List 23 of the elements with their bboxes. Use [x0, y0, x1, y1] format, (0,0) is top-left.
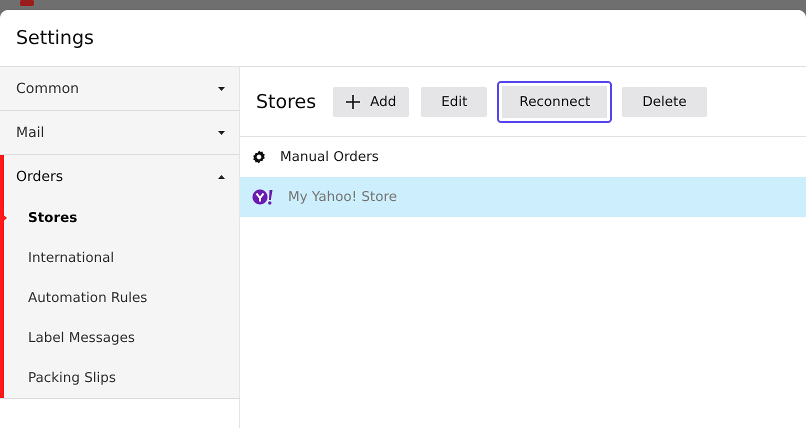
toolbar-button[interactable]: Reconnect [497, 80, 612, 122]
sidebar-item[interactable]: Mail [0, 111, 239, 154]
gear-icon [252, 150, 266, 164]
toolbar-button[interactable]: Delete [620, 84, 709, 118]
toolbar-button[interactable]: Edit [419, 84, 490, 118]
store-name: My Yahoo! Store [288, 189, 398, 205]
sidebar-subitem[interactable]: Automation Rules [4, 278, 239, 318]
caret-icon [218, 86, 225, 90]
window-title: Settings [16, 27, 94, 49]
plus-icon [346, 94, 360, 108]
store-name: Manual Orders [280, 149, 379, 165]
add-button[interactable]: Add [331, 84, 412, 118]
caret-icon [218, 174, 225, 178]
caret-icon [218, 130, 225, 134]
sidebar-item[interactable]: Orders [4, 155, 239, 198]
sidebar-subitem[interactable]: Stores [4, 198, 239, 238]
sidebar-subitem[interactable]: Packing Slips [4, 358, 239, 398]
panel-title: Stores [256, 90, 316, 112]
sidebar-subitem[interactable]: Label Messages [4, 318, 239, 358]
sidebar-subitem[interactable]: International [4, 238, 239, 278]
store-row[interactable]: My Yahoo! Store [240, 177, 806, 217]
sidebar-item[interactable]: Common [0, 67, 239, 110]
yahoo-logo-icon [252, 189, 274, 205]
